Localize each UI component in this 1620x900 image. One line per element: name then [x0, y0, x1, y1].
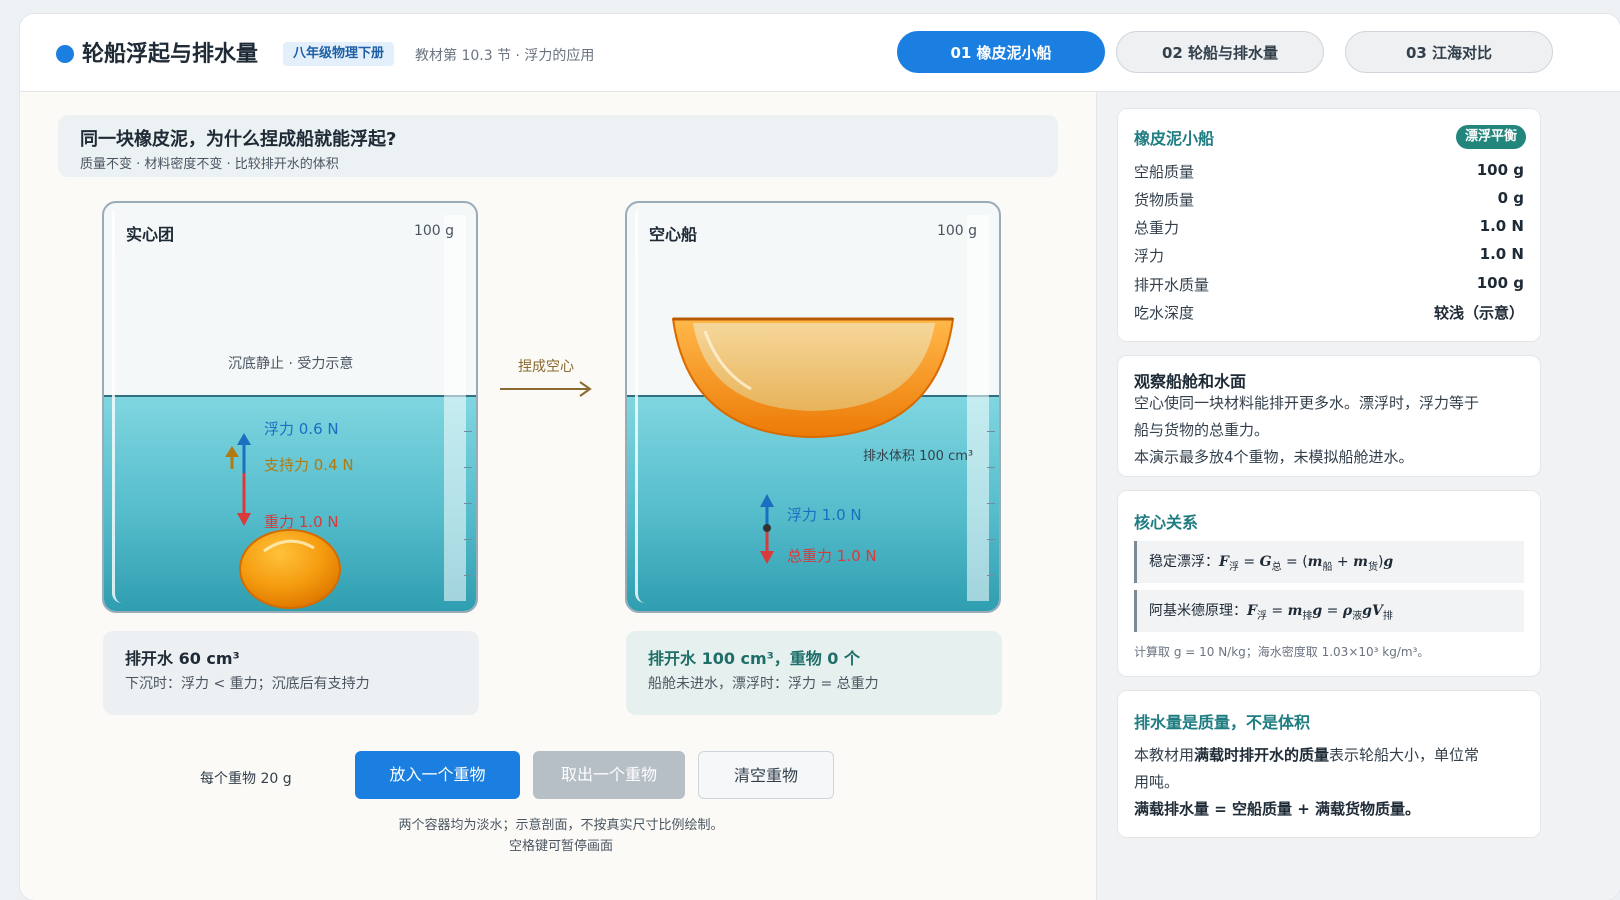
tonnage-formula: 满载排水量 = 空船质量 + 满载货物质量。 [1134, 800, 1421, 818]
relation-title: 核心关系 [1134, 513, 1199, 532]
stats-card: 橡皮泥小船 漂浮平衡 空船质量 100 g 货物质量 0 g 总重力 1.0 N 浮力… [1117, 108, 1541, 342]
question-subtitle: 质量不变 · 材料密度不变 · 比较排开水的体积 [80, 157, 339, 172]
boat-result: 排开水 100 cm³，重物 0 个 船舱未进水，漂浮时：浮力 = 总重力 [626, 631, 1002, 715]
solid-result: 排开水 60 cm³ 下沉时：浮力 < 重力；沉底后有支持力 [103, 631, 479, 715]
tonnage-text: 本教材用 [1134, 746, 1195, 764]
gravity-label: 总重力 1.0 N [787, 547, 877, 565]
force-diagram [225, 433, 341, 609]
grade-badge: 八年级物理下册 [283, 42, 395, 66]
support-label: 支持力 0.4 N [264, 456, 354, 474]
boat-result-sub: 船舱未进水，漂浮时：浮力 = 总重力 [648, 676, 879, 692]
stat-key: 浮力 [1134, 247, 1165, 265]
stat-value: 1.0 N [1479, 217, 1524, 235]
transition-arrow-icon [500, 381, 592, 397]
stat-value: 100 g [1476, 274, 1524, 292]
calc-note: 计算取 g = 10 N/kg；海水密度取 1.03×10³ kg/m³。 [1134, 645, 1430, 659]
stat-row: 空船质量 100 g [1134, 161, 1524, 185]
stat-key: 排开水质量 [1134, 276, 1210, 294]
header: 轮船浮起与排水量 八年级物理下册 教材第 10.3 节 · 浮力的应用 01 橡… [20, 14, 1620, 92]
relation-card: 核心关系 稳定漂浮：F浮 = G总 = (m船 + m货)g 阿基米德原理：F浮… [1117, 490, 1541, 677]
stat-key: 空船质量 [1134, 163, 1195, 181]
tab-clay-boat[interactable]: 01 橡皮泥小船 [897, 31, 1105, 73]
observe-line: 本演示最多放4个重物，未模拟船舱进水。 [1134, 448, 1414, 466]
solid-result-title: 排开水 60 cm³ [125, 649, 240, 668]
stat-value: 100 g [1476, 161, 1524, 179]
buoyancy-arrowhead [760, 494, 774, 507]
gravity-arrowhead [760, 551, 774, 564]
status-badge: 漂浮平衡 [1455, 125, 1526, 149]
add-weight-button[interactable]: 放入一个重物 [355, 751, 520, 799]
stat-row: 排开水质量 100 g [1134, 274, 1524, 298]
support-arrowhead [225, 446, 239, 457]
tonnage-text: 表示轮船大小，单位常 [1329, 746, 1480, 764]
app-window: 轮船浮起与排水量 八年级物理下册 教材第 10.3 节 · 浮力的应用 01 橡… [20, 14, 1620, 900]
stat-value: 1.0 N [1479, 245, 1524, 263]
info-sidebar: 橡皮泥小船 漂浮平衡 空船质量 100 g 货物质量 0 g 总重力 1.0 N 浮力… [1096, 92, 1620, 900]
displacement-label: 排水体积 100 cm³ [863, 449, 974, 464]
buoyancy-label: 浮力 1.0 N [787, 506, 862, 524]
question-box: 同一块橡皮泥，为什么捏成船就能浮起? 质量不变 · 材料密度不变 · 比较排开水… [58, 115, 1058, 177]
solid-result-sub: 下沉时：浮力 < 重力；沉底后有支持力 [125, 676, 370, 692]
gravity-label: 重力 1.0 N [264, 513, 339, 531]
brand-dot-icon [56, 45, 74, 63]
clear-weights-button[interactable]: 清空重物 [698, 751, 834, 799]
tab-river-sea[interactable]: 03 江海对比 [1345, 31, 1553, 73]
stat-key: 吃水深度 [1134, 304, 1195, 322]
footnote: 两个容器均为淡水；示意剖面，不按真实尺寸比例绘制。 [398, 818, 724, 833]
stats-title: 橡皮泥小船 [1134, 129, 1215, 148]
buoyancy-label: 浮力 0.6 N [264, 420, 339, 438]
stat-row: 浮力 1.0 N [1134, 245, 1524, 269]
stat-row: 吃水深度 较浅（示意） [1134, 302, 1524, 326]
observe-line: 船与货物的总重力。 [1134, 421, 1270, 439]
solid-tank: 实心团 100 g 沉底静止 · 受力示意 浮力 0.6 N 支持力 0.4 N… [102, 201, 478, 613]
stat-value: 0 g [1497, 189, 1524, 207]
tonnage-line: 本教材用满载时排开水的质量表示轮船大小，单位常 [1134, 742, 1524, 769]
boat-tank: 空心船 100 g 排水体积 100 cm³ 浮力 1.0 N 总重力 1.0 … [625, 201, 1001, 613]
main-stage: 同一块橡皮泥，为什么捏成船就能浮起? 质量不变 · 材料密度不变 · 比较排开水… [20, 92, 1096, 900]
stat-value: 较浅（示意） [1433, 304, 1524, 322]
tonnage-line: 用吨。 [1134, 773, 1180, 791]
observe-card: 观察船舱和水面 空心使同一块材料能排开更多水。漂浮时，浮力等于 船与货物的总重力… [1117, 355, 1541, 477]
tonnage-title: 排水量是质量，不是体积 [1134, 713, 1311, 732]
gravity-arrowhead [237, 513, 251, 526]
tonnage-emphasis: 满载时排开水的质量 [1194, 746, 1330, 764]
stat-key: 总重力 [1134, 219, 1180, 237]
stat-row: 货物质量 0 g [1134, 189, 1524, 213]
center-point [763, 524, 771, 532]
formula-floating: 稳定漂浮：F浮 = G总 = (m船 + m货)g [1134, 541, 1524, 583]
stat-key: 货物质量 [1134, 191, 1195, 209]
tab-ship-displacement[interactable]: 02 轮船与排水量 [1116, 31, 1324, 73]
pause-hint: 空格键可暂停画面 [508, 839, 613, 854]
chapter-subtitle: 教材第 10.3 节 · 浮力的应用 [415, 48, 595, 64]
observe-line: 空心使同一块材料能排开更多水。漂浮时，浮力等于 [1134, 394, 1480, 412]
buoyancy-arrowhead [237, 433, 251, 445]
question-title: 同一块橡皮泥，为什么捏成船就能浮起? [80, 129, 397, 150]
formula-label: 稳定漂浮： [1149, 554, 1219, 570]
stat-row: 总重力 1.0 N [1134, 217, 1524, 241]
formula-label: 阿基米德原理： [1149, 603, 1247, 619]
remove-weight-button[interactable]: 取出一个重物 [533, 751, 685, 799]
formula-archimedes: 阿基米德原理：F浮 = m排g = ρ液gV排 [1134, 590, 1524, 632]
weight-label: 每个重物 20 g [200, 771, 292, 787]
boat-result-title: 排开水 100 cm³，重物 0 个 [648, 649, 860, 668]
tonnage-card: 排水量是质量，不是体积 本教材用满载时排开水的质量表示轮船大小，单位常 用吨。 … [1117, 690, 1541, 838]
observe-title: 观察船舱和水面 [1134, 372, 1247, 391]
page-title: 轮船浮起与排水量 [82, 42, 259, 67]
